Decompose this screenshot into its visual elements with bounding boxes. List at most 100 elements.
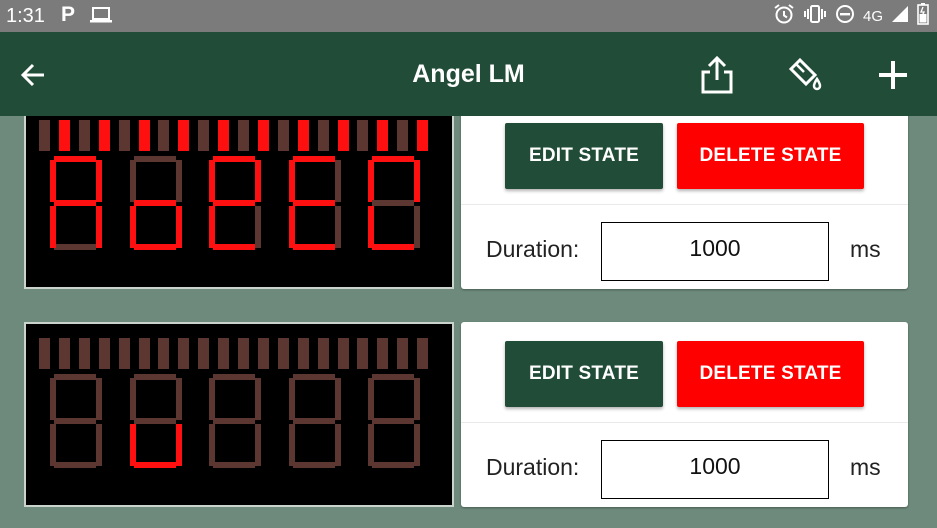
digit-segment-f: [288, 378, 295, 420]
digit-segment-d: [54, 244, 96, 250]
digit-segment-a: [54, 374, 96, 380]
digit-segment-g: [213, 418, 255, 424]
led-bar: [317, 338, 329, 369]
led-bar: [198, 338, 210, 369]
digit-segment-f: [129, 378, 136, 420]
status-icons: 4G: [773, 2, 929, 30]
digit-segment-f: [288, 160, 295, 202]
digit-segment-b: [334, 378, 341, 420]
led-bar: [397, 120, 409, 151]
digit-segment-a: [372, 156, 414, 162]
state-row: EDIT STATE DELETE STATE Duration: ms: [0, 322, 937, 507]
led-bar: [377, 338, 389, 369]
edit-state-button[interactable]: EDIT STATE: [505, 341, 663, 407]
digit-segment-d: [292, 244, 335, 250]
status-bar: 1:31 P 4G: [0, 0, 937, 32]
led-bar: [218, 338, 230, 369]
digit-segment-e: [288, 206, 295, 248]
led-bar: [58, 120, 70, 151]
digit-segment-f: [50, 378, 56, 420]
digit-segment-d: [372, 244, 414, 250]
alarm-icon: [773, 3, 795, 30]
status-time: 1:31: [6, 5, 45, 27]
led-bar: [238, 338, 249, 369]
duration-input[interactable]: [601, 440, 829, 499]
digit-segment-d: [213, 244, 255, 250]
digit-segment-g: [54, 200, 96, 206]
digit-segment-c: [255, 206, 261, 248]
digit-segment-e: [129, 424, 136, 466]
led-bar: [218, 120, 230, 151]
network-type: 4G: [862, 7, 883, 25]
led-bar: [257, 338, 269, 369]
digit-segment-c: [414, 206, 420, 248]
laptop-icon: [90, 6, 112, 29]
digit-segment-g: [372, 418, 414, 424]
led-bar: [39, 120, 50, 151]
delete-state-button[interactable]: DELETE STATE: [677, 123, 864, 189]
digit-segment-b: [255, 378, 261, 420]
digit-segment-a: [54, 156, 96, 162]
app-bar: Angel LM: [0, 32, 937, 116]
led-bar: [357, 120, 369, 151]
paint-bucket-icon: [788, 57, 822, 91]
led-display-preview[interactable]: [24, 116, 454, 289]
digit-segment-a: [133, 374, 176, 380]
digit-segment-g: [372, 200, 414, 206]
led-display-preview[interactable]: [24, 322, 454, 507]
led-bar: [58, 338, 70, 369]
led-bar: [317, 120, 329, 151]
led-bar: [277, 338, 289, 369]
duration-label: Duration:: [486, 454, 580, 480]
digit-segment-c: [255, 424, 261, 466]
digit-segment-e: [50, 424, 56, 466]
digit-segment-g: [213, 200, 255, 206]
paint-button[interactable]: [785, 53, 825, 97]
digit-segment-g: [292, 200, 335, 206]
led-bar: [238, 120, 249, 151]
digit-segment-b: [414, 378, 420, 420]
digit-segment-g: [292, 418, 335, 424]
led-bar: [417, 338, 429, 369]
share-button[interactable]: [697, 53, 737, 97]
duration-unit: ms: [850, 454, 881, 480]
digit-segment-c: [96, 206, 102, 248]
digit-segment-f: [50, 160, 56, 202]
battery-icon: [917, 2, 929, 30]
duration-unit: ms: [850, 236, 881, 262]
share-icon: [701, 55, 733, 94]
digit-segment-a: [213, 156, 255, 162]
state-list[interactable]: EDIT STATE DELETE STATE Duration: ms EDI…: [0, 116, 937, 528]
led-bar: [138, 120, 150, 151]
digit-segment-d: [292, 462, 335, 468]
digit-segment-e: [288, 424, 295, 466]
led-bar: [297, 338, 309, 369]
divider: [461, 204, 908, 205]
digit-segment-b: [414, 160, 420, 202]
add-button[interactable]: [873, 53, 913, 97]
digit-segment-a: [292, 374, 335, 380]
led-bar: [178, 120, 190, 151]
signal-icon: [891, 5, 909, 28]
digit-segment-b: [255, 160, 261, 202]
digit-segment-f: [368, 378, 374, 420]
led-bar: [78, 338, 90, 369]
led-bar: [98, 120, 110, 151]
digit-segment-c: [175, 206, 182, 248]
led-bar: [138, 338, 150, 369]
led-bar: [297, 120, 309, 151]
digit-segment-e: [209, 424, 215, 466]
led-bar: [39, 338, 50, 369]
digit-segment-a: [213, 374, 255, 380]
led-bar: [178, 338, 190, 369]
state-card: EDIT STATE DELETE STATE Duration: ms: [461, 116, 908, 289]
digit-segment-b: [175, 378, 182, 420]
state-card: EDIT STATE DELETE STATE Duration: ms: [461, 322, 908, 507]
duration-input[interactable]: [601, 222, 829, 281]
digit-segment-b: [175, 160, 182, 202]
edit-state-button[interactable]: EDIT STATE: [505, 123, 663, 189]
delete-state-button[interactable]: DELETE STATE: [677, 341, 864, 407]
led-bar: [397, 338, 409, 369]
digit-segment-e: [129, 206, 136, 248]
digit-segment-a: [372, 374, 414, 380]
